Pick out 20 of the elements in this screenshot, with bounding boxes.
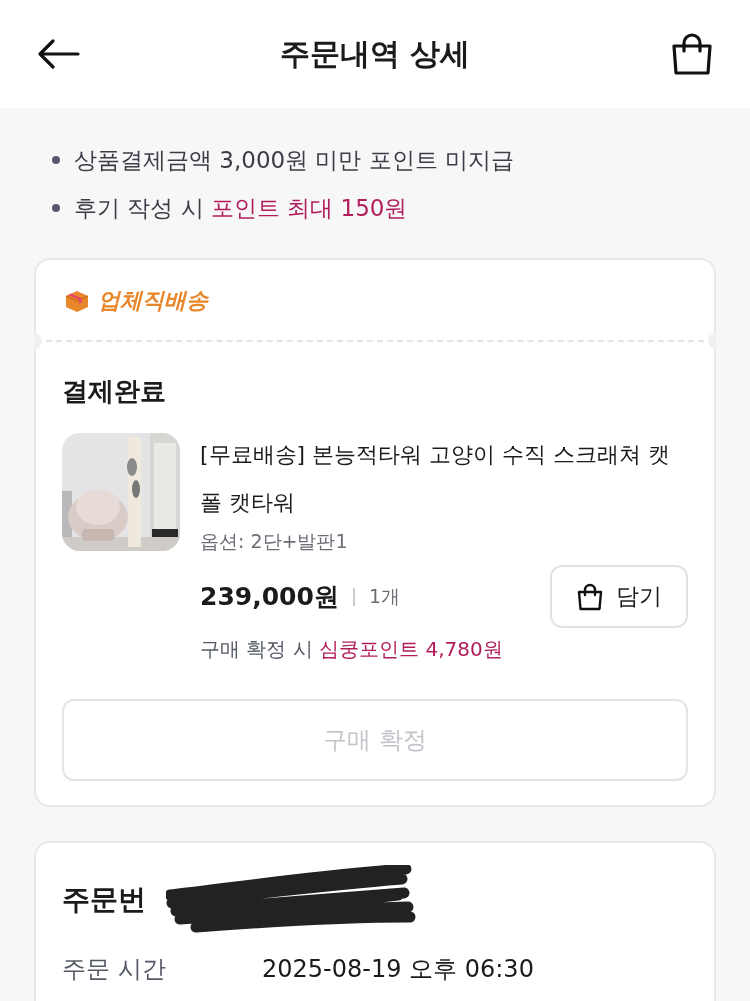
order-number-heading: 주문번 bbox=[62, 882, 146, 918]
notice-text: 후기 작성 시 포인트 최대 150원 bbox=[74, 193, 408, 223]
product-option: 옵션: 2단+발판1 bbox=[200, 529, 688, 555]
product-title: [무료배송] 본능적타워 고양이 수직 스크래쳐 캣폴 캣타워 bbox=[200, 441, 672, 517]
bullet-dot bbox=[52, 204, 60, 212]
shopping-bag-icon[interactable] bbox=[670, 33, 714, 75]
page-title: 주문내역 상세 bbox=[279, 34, 471, 73]
box-icon bbox=[64, 289, 90, 313]
shipping-label: 업체직배송 bbox=[98, 287, 208, 315]
notice-text: 상품결제금액 3,000원 미만 포인트 미지급 bbox=[74, 145, 515, 175]
product-price: 239,000원 bbox=[200, 581, 339, 613]
info-value: 2025-08-19 오후 06:30 bbox=[262, 954, 534, 985]
shopping-bag-icon bbox=[576, 582, 604, 611]
bullet-dot bbox=[52, 156, 60, 164]
info-label: 주문 시간 bbox=[62, 954, 167, 985]
add-to-cart-button[interactable]: 담기 bbox=[550, 565, 688, 628]
back-arrow-icon[interactable] bbox=[36, 38, 80, 70]
points-text: 구매 확정 시 심쿵포인트 4,780원 bbox=[200, 636, 504, 663]
product-quantity: 1개 bbox=[368, 583, 400, 609]
order-status: 결제완료 bbox=[62, 375, 167, 408]
